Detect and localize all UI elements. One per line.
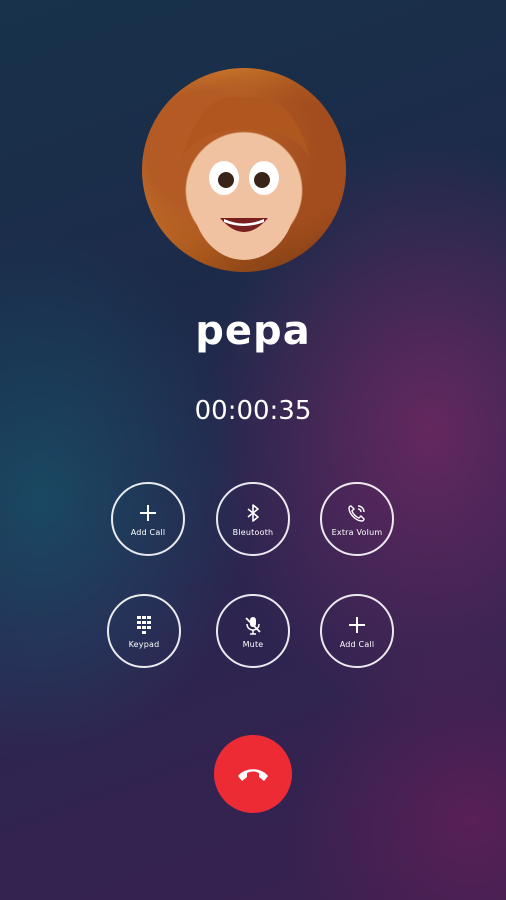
add-call-button-2[interactable]: Add Call xyxy=(320,594,394,668)
avatar-portrait-icon xyxy=(182,96,310,260)
extra-volume-button[interactable]: Extra Volum xyxy=(320,482,394,556)
call-timer: 00:00:35 xyxy=(194,396,312,426)
bluetooth-label: Bleutooth xyxy=(232,527,274,537)
end-call-icon xyxy=(238,769,268,781)
phone-volume-icon xyxy=(348,504,365,522)
keypad-label: Keypad xyxy=(128,639,160,649)
bluetooth-button[interactable]: Bleutooth xyxy=(216,482,290,556)
plus-icon xyxy=(140,504,156,521)
mic-off-icon xyxy=(245,616,261,635)
mute-button[interactable]: Mute xyxy=(216,594,290,668)
contact-name: pepa xyxy=(195,308,311,354)
extra-volume-label: Extra Volum xyxy=(331,527,383,537)
add-call-button[interactable]: Add Call xyxy=(111,482,185,556)
bluetooth-icon xyxy=(247,503,259,522)
add-call-label: Add Call xyxy=(130,527,166,537)
keypad-button[interactable]: Keypad xyxy=(107,594,181,668)
plus-icon xyxy=(349,616,365,633)
mute-label: Mute xyxy=(242,639,264,649)
end-call-button[interactable] xyxy=(214,735,292,813)
contact-avatar xyxy=(142,68,346,272)
keypad-icon xyxy=(137,615,151,634)
add-call-label-2: Add Call xyxy=(339,639,375,649)
